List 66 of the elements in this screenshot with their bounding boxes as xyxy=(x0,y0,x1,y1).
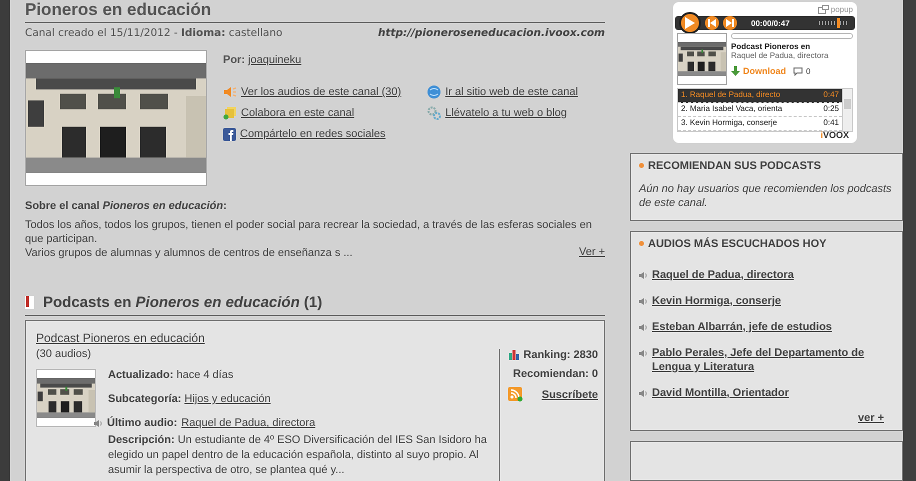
rss-icon xyxy=(508,387,523,402)
updated-text: Actualizado: hace 4 días xyxy=(108,369,234,381)
bookmark-icon xyxy=(25,296,34,309)
next-icon xyxy=(726,19,734,27)
recommend-count: Recomiendan: 0 xyxy=(513,368,598,380)
more-link[interactable]: ver + xyxy=(858,412,884,424)
about-text: Varios grupos de alumnas y alumnos de centros de enseñanza s ... xyxy=(25,246,353,260)
last-audio-link[interactable]: Raquel de Padua, directora xyxy=(181,417,316,429)
channel-title: Pioneros en educación xyxy=(25,0,605,23)
podcast-name: Podcast Pioneros en xyxy=(731,42,812,51)
panel-title: RECOMIENDAN SUS PODCASTS xyxy=(648,160,821,172)
bar-chart-icon xyxy=(509,350,520,360)
gears-icon xyxy=(427,106,442,120)
facebook-icon xyxy=(223,128,236,140)
logo: iVOOX xyxy=(820,130,849,140)
section-heading: Podcasts en Pioneros en educación (1) xyxy=(43,294,322,311)
scrollbar[interactable] xyxy=(842,89,852,131)
audio-count: (30 audios) xyxy=(36,348,92,360)
speaker-icon xyxy=(639,348,648,358)
subcategory-label: Subcategoría: xyxy=(108,393,182,405)
podcast-title-link[interactable]: Podcast Pioneros en educación xyxy=(36,331,205,345)
previous-icon xyxy=(708,19,716,27)
channel-link[interactable]: Ir al sitio web de este canal xyxy=(445,86,578,98)
speaker-icon xyxy=(639,270,648,280)
speaker-icon xyxy=(223,86,237,98)
author-link[interactable]: joaquineku xyxy=(248,54,302,66)
folders-icon xyxy=(223,106,237,120)
about-title: Sobre el canal Pioneros en educación: xyxy=(25,200,228,212)
channel-link[interactable]: Ver los audios de este canal (30) xyxy=(241,86,402,98)
next-button[interactable] xyxy=(723,16,737,30)
more-link[interactable]: Ver + xyxy=(579,246,605,260)
comment-icon xyxy=(793,66,803,76)
time-display: 00:00/0:47 xyxy=(751,18,790,28)
comment-count: 0 xyxy=(806,66,810,76)
speaker-icon xyxy=(94,418,103,428)
author-label: Por: xyxy=(223,54,245,66)
audio-link[interactable]: David Montilla, Orientador xyxy=(652,386,789,400)
empty-message: Aún no hay usuarios que recomienden los podcasts de este canal. xyxy=(639,182,893,210)
panel-title: AUDIOS MÁS ESCUCHADOS HOY xyxy=(648,238,826,250)
playlist-item[interactable]: 1. Raquel de Padua, directo 0:47 xyxy=(678,89,842,103)
play-button[interactable] xyxy=(679,12,701,34)
about-text: Todos los años, todos los grupos, tienen el poder social para recrear la sociedad, a través de las esferas sociales en que participan. xyxy=(25,218,593,246)
subscribe-link[interactable]: Suscríbete xyxy=(542,388,598,400)
speaker-icon xyxy=(639,388,648,398)
download-arrow-icon xyxy=(731,66,740,76)
subcategory-link[interactable]: Hijos y educación xyxy=(184,393,271,405)
speaker-icon xyxy=(639,296,648,306)
play-icon xyxy=(685,17,695,29)
ranking-text: Ranking: 2830 xyxy=(523,349,598,361)
description-text: Descripción: Un estudiante de 4º ESO Diversificación del IES San Isidoro ha elegido un papel dentro de la educación española, distinto al suyo propio. Al asumir la perspectiva de otro, se plantea qué y... xyxy=(108,433,488,478)
previous-button[interactable] xyxy=(705,16,719,30)
created-date: Canal creado el 15/11/2012 - Idioma: castellano xyxy=(25,27,282,39)
audio-link[interactable]: Esteban Albarrán, jefe de estudios xyxy=(652,320,832,334)
volume-slider[interactable] xyxy=(819,21,849,25)
speaker-icon xyxy=(639,322,648,332)
audio-link[interactable]: Pablo Perales, Jefe del Departamento de Lengua y Literatura xyxy=(652,346,894,374)
last-audio-label: Último audio: xyxy=(107,417,178,429)
globe-icon xyxy=(427,85,442,99)
channel-link[interactable]: Compártelo en redes sociales xyxy=(240,128,386,140)
episode-name: Raquel de Padua, directora xyxy=(731,51,830,60)
popup-icon xyxy=(818,5,829,14)
audio-link[interactable]: Kevin Hormiga, conserje xyxy=(652,294,781,308)
channel-link[interactable]: Colabora en este canal xyxy=(241,107,354,119)
channel-url[interactable]: http://pioneroseneducacion.ivoox.com xyxy=(378,27,605,39)
audio-link[interactable]: Raquel de Padua, directora xyxy=(652,268,794,282)
channel-link[interactable]: Llévatelo a tu web o blog xyxy=(445,107,567,119)
